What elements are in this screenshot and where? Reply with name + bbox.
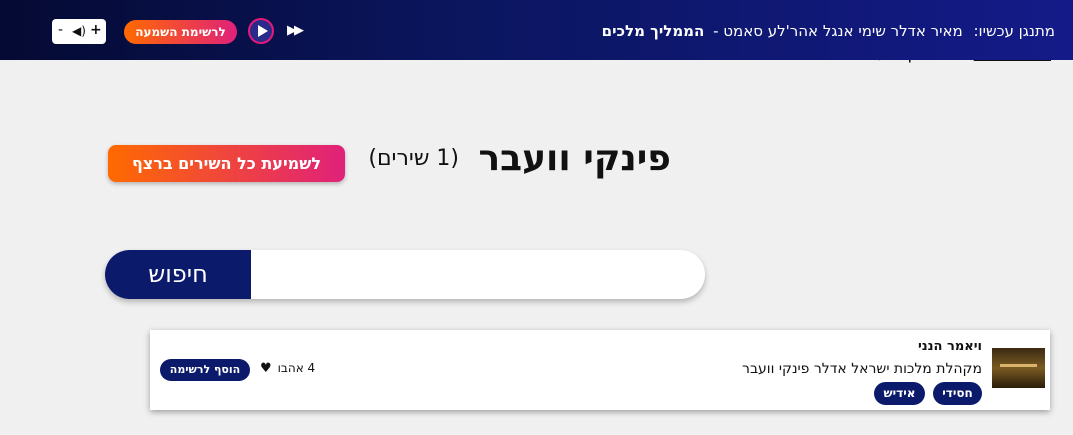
volume-up-button[interactable]: + bbox=[90, 22, 102, 38]
add-to-playlist-button[interactable]: הוסף לרשימה bbox=[160, 359, 250, 381]
now-playing: מתנגן עכשיו: מאיר אדלר שימי אנגל אהר'לע … bbox=[602, 22, 1055, 40]
page-title: פינקי וועבר bbox=[478, 138, 671, 179]
tag-chassidic[interactable]: חסידי bbox=[933, 382, 982, 405]
song-count: (1 שירים) bbox=[368, 146, 459, 171]
search-button[interactable]: חיפוש bbox=[105, 250, 251, 299]
likes: 4 אהבו ♥ bbox=[260, 361, 315, 376]
song-thumbnail[interactable] bbox=[992, 348, 1045, 388]
now-playing-label: מתנגן עכשיו: bbox=[973, 22, 1055, 40]
now-playing-artist: מאיר אדלר שימי אנגל אהר'לע סאמט - bbox=[713, 22, 963, 40]
song-subtitle: מקהלת מלכות ישראל אדלר פינקי וועבר bbox=[742, 361, 982, 377]
search-bar: חיפוש bbox=[105, 250, 705, 299]
volume-down-button[interactable]: - bbox=[58, 22, 63, 38]
player-bar: מתנגן עכשיו: מאיר אדלר שימי אנגל אהר'לע … bbox=[0, 0, 1073, 60]
song-card[interactable]: ויאמר הנני מקהלת מלכות ישראל אדלר פינקי … bbox=[150, 330, 1050, 410]
speaker-icon: ◀) bbox=[72, 24, 86, 38]
heart-icon[interactable]: ♥ bbox=[260, 361, 272, 376]
tag-yiddish[interactable]: אידיש bbox=[874, 382, 925, 405]
playlist-button[interactable]: לרשימת השמעה bbox=[124, 20, 237, 44]
fast-forward-icon[interactable]: ▶▶ bbox=[287, 23, 304, 38]
likes-count: 4 אהבו bbox=[277, 361, 316, 375]
play-all-button[interactable]: לשמיעת כל השירים ברצף bbox=[108, 145, 345, 182]
song-title[interactable]: ויאמר הנני bbox=[918, 339, 982, 354]
volume-control: - ◀) + bbox=[52, 19, 106, 44]
now-playing-title: הממליך מלכים bbox=[601, 22, 705, 40]
play-icon[interactable] bbox=[248, 18, 274, 44]
search-input[interactable] bbox=[251, 250, 705, 299]
